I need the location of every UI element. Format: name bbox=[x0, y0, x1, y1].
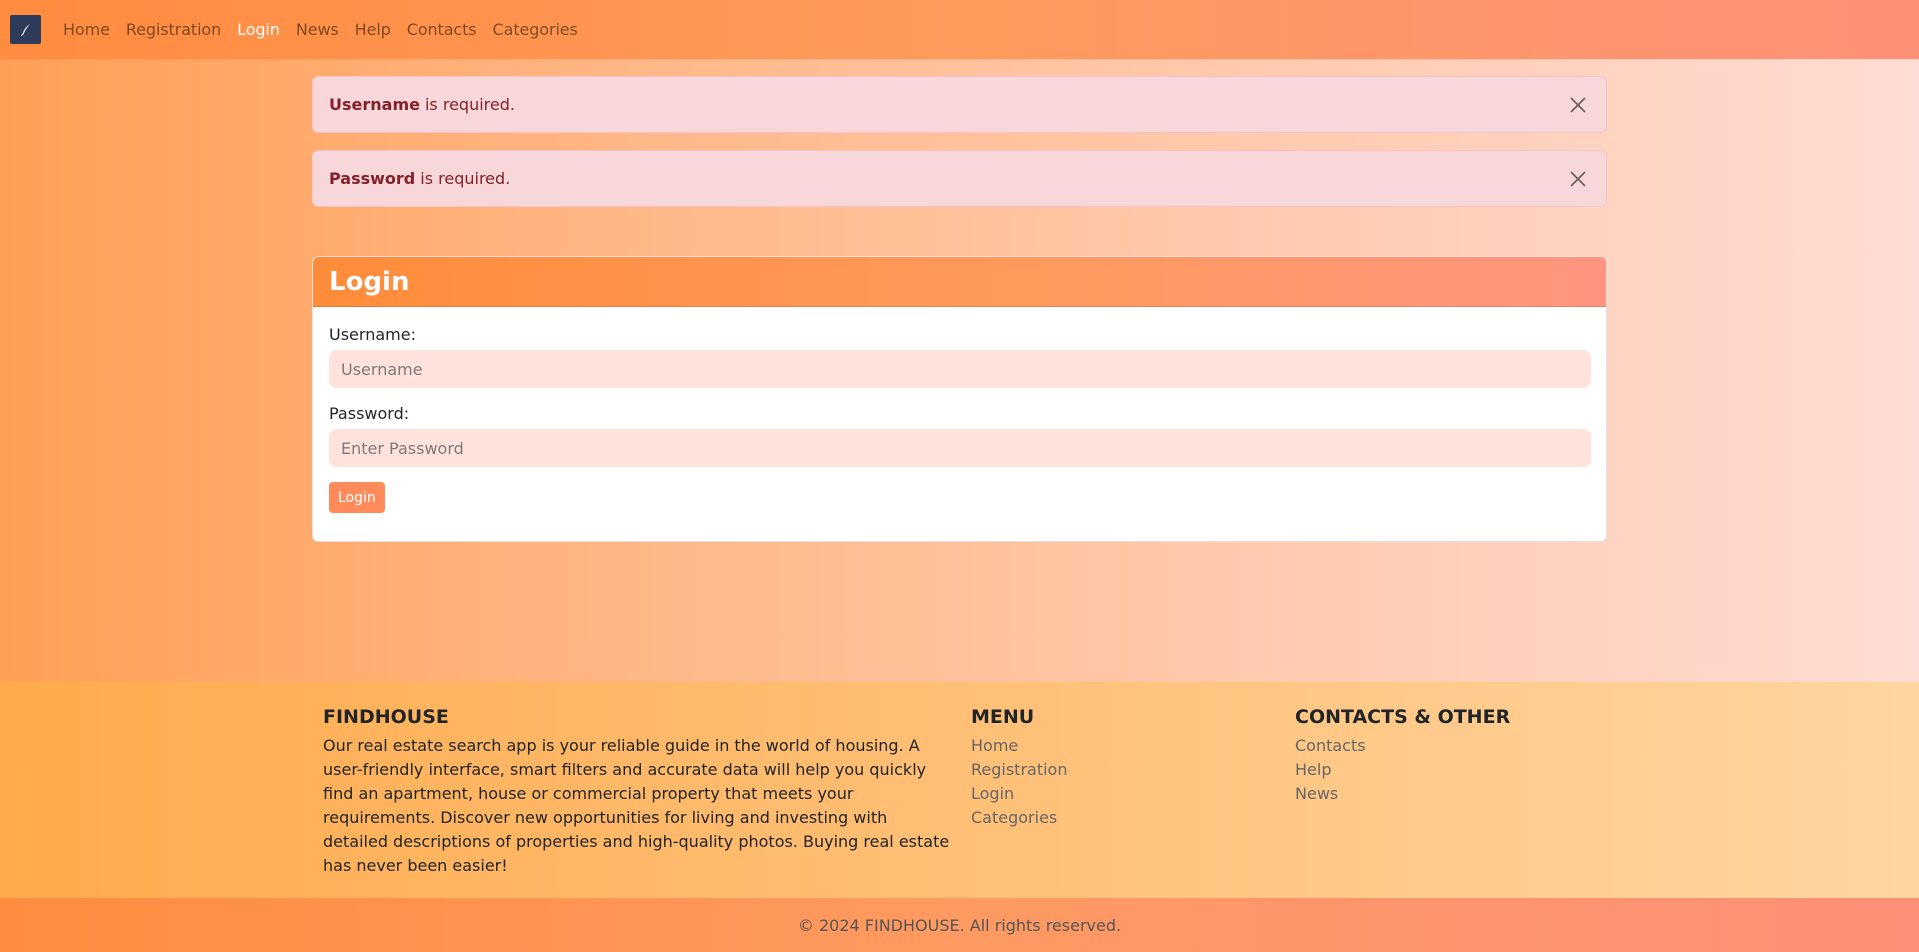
nav-categories[interactable]: Categories bbox=[485, 0, 586, 59]
quill-icon bbox=[20, 23, 30, 36]
nav-news[interactable]: News bbox=[288, 0, 347, 59]
password-label: Password: bbox=[329, 404, 410, 423]
copyright-text: © 2024 FINDHOUSE. All rights reserved. bbox=[797, 915, 1122, 935]
nav-login[interactable]: Login bbox=[229, 0, 288, 59]
username-label: Username: bbox=[329, 325, 416, 344]
close-icon bbox=[1570, 96, 1586, 113]
footer-contacts-heading: CONTACTS & OTHER bbox=[1295, 706, 1511, 728]
nav-help[interactable]: Help bbox=[347, 0, 399, 59]
copyright-bar: © 2024 FINDHOUSE. All rights reserved. bbox=[0, 898, 1919, 952]
login-card-title: Login bbox=[313, 257, 1606, 307]
close-icon bbox=[1570, 170, 1586, 187]
username-group: Username: bbox=[329, 325, 1591, 388]
footer-link-contacts[interactable]: Contacts bbox=[1295, 734, 1510, 758]
footer-link-help[interactable]: Help bbox=[1295, 758, 1510, 782]
footer-link-login[interactable]: Login bbox=[971, 782, 1067, 806]
footer-link-categories[interactable]: Categories bbox=[971, 806, 1067, 830]
alert-field-name: Username bbox=[329, 95, 420, 114]
navbar: Home Registration Login News Help Contac… bbox=[0, 0, 1919, 59]
nav-registration[interactable]: Registration bbox=[118, 0, 229, 59]
footer-about: FINDHOUSE Our real estate search app is … bbox=[323, 706, 953, 878]
footer-link-home[interactable]: Home bbox=[971, 734, 1067, 758]
nav-home[interactable]: Home bbox=[55, 0, 118, 59]
nav-items: Home Registration Login News Help Contac… bbox=[55, 0, 586, 59]
alert-close-button[interactable] bbox=[1564, 91, 1592, 119]
footer-link-news[interactable]: News bbox=[1295, 782, 1510, 806]
footer: FINDHOUSE Our real estate search app is … bbox=[0, 682, 1919, 898]
brand-logo[interactable] bbox=[10, 15, 41, 44]
footer-link-registration[interactable]: Registration bbox=[971, 758, 1067, 782]
alert-username-required: Username is required. bbox=[312, 76, 1607, 133]
footer-menu-heading: MENU bbox=[971, 706, 1035, 728]
password-input[interactable] bbox=[329, 429, 1591, 467]
login-form: Username: Password: Login bbox=[313, 307, 1606, 513]
alert-field-name: Password bbox=[329, 169, 416, 188]
username-input[interactable] bbox=[329, 350, 1591, 388]
footer-contacts: CONTACTS & OTHER Contacts Help News bbox=[1295, 706, 1510, 806]
footer-about-text: Our real estate search app is your relia… bbox=[323, 736, 950, 875]
footer-about-heading: FINDHOUSE bbox=[323, 706, 449, 728]
password-group: Password: bbox=[329, 404, 1591, 467]
alert-message: is required. bbox=[424, 95, 515, 114]
alert-message: is required. bbox=[420, 169, 511, 188]
footer-menu: MENU Home Registration Login Categories bbox=[971, 706, 1067, 830]
alert-close-button[interactable] bbox=[1564, 165, 1592, 193]
alert-password-required: Password is required. bbox=[312, 150, 1607, 207]
login-card: Login Username: Password: Login bbox=[312, 256, 1607, 542]
login-button[interactable]: Login bbox=[329, 482, 385, 513]
nav-contacts[interactable]: Contacts bbox=[399, 0, 485, 59]
